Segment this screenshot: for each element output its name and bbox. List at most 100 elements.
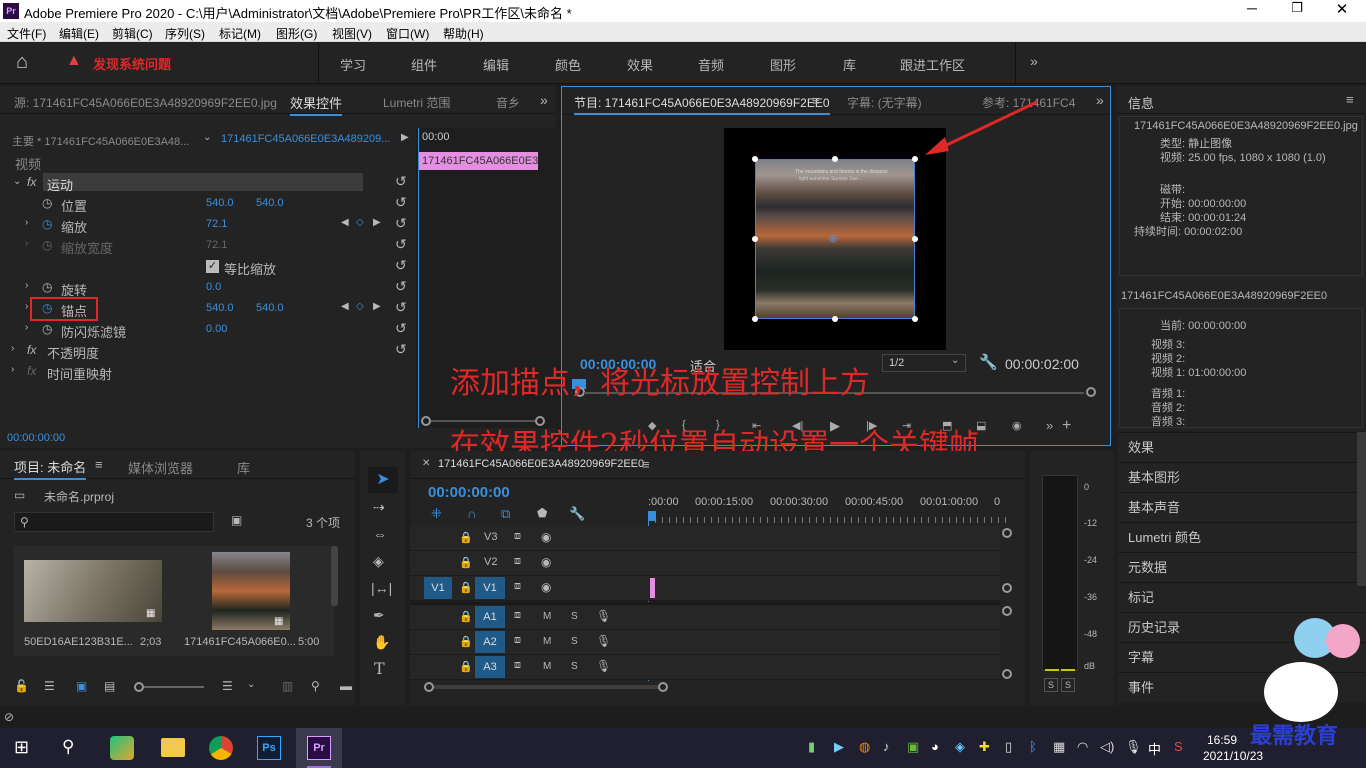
play-only-icon[interactable]: ▶ (401, 132, 409, 143)
sync-lock-icon[interactable]: ⧈ (514, 659, 521, 672)
track-target-a3[interactable]: A3 (475, 656, 505, 678)
add-keyframe-icon[interactable]: ◇ (356, 217, 364, 228)
new-bin-icon[interactable]: ▬ (340, 679, 352, 693)
eye-icon[interactable]: ◉ (541, 555, 551, 569)
track-target-a1[interactable]: A1 (475, 606, 505, 628)
sync-lock-icon[interactable]: ⧈ (514, 555, 521, 568)
freeform-view-icon[interactable]: ▤ (104, 679, 115, 693)
position-y[interactable]: 540.0 (256, 197, 284, 209)
reset-icon[interactable]: ↺ (395, 215, 407, 232)
menu-help[interactable]: 帮助(H) (443, 25, 484, 42)
sync-lock-icon[interactable]: ⧈ (514, 609, 521, 622)
ripple-edit-tool-icon[interactable]: ⇔ (373, 526, 387, 542)
source-tab[interactable]: 源: 171461FC45A066E0E3A48920969F2EE0.jpg (14, 94, 277, 111)
wifi-icon[interactable]: ◠ (1077, 739, 1088, 755)
type-tool-icon[interactable]: T (374, 659, 385, 678)
audio-tab[interactable]: 音乡 (496, 94, 520, 111)
chevron-down-icon[interactable]: ⌄ (247, 679, 255, 690)
timeline-clip[interactable] (650, 578, 655, 598)
add-marker-icon[interactable]: ⬟ (537, 506, 547, 520)
side-panel-essential-sound[interactable]: 基本声音 (1118, 492, 1366, 522)
add-keyframe-icon[interactable]: ◇ (356, 301, 364, 312)
transform-handle[interactable] (832, 156, 838, 162)
menu-file[interactable]: 文件(F) (7, 25, 46, 42)
timeline-v-scroll-mid[interactable] (1002, 583, 1012, 593)
eye-icon[interactable]: ◉ (541, 580, 551, 594)
effect-current-time[interactable]: 00:00:00:00 (7, 432, 65, 444)
project-scrollbar[interactable] (331, 546, 338, 606)
next-keyframe-icon[interactable]: ▶ (373, 217, 381, 228)
ws-tab-learn[interactable]: 学习 (340, 55, 366, 74)
side-panel-scrollbar[interactable] (1357, 432, 1366, 586)
ws-tab-libraries[interactable]: 库 (843, 55, 856, 74)
snap-icon[interactable]: ∩ (467, 506, 476, 521)
chevron-right-icon[interactable]: › (11, 343, 14, 354)
effect-controls-tab[interactable]: 效果控件 (290, 93, 343, 116)
anchor-x[interactable]: 540.0 (206, 302, 234, 314)
antiflicker-value[interactable]: 0.00 (206, 323, 227, 335)
ws-tab-color[interactable]: 颜色 (555, 55, 581, 74)
sync-lock-icon[interactable]: ⧈ (514, 580, 521, 593)
solo-left-button[interactable]: S (1044, 678, 1058, 692)
sync-lock-icon[interactable]: ⧈ (514, 530, 521, 543)
timeline-v-scroll-a[interactable] (1002, 606, 1012, 616)
solo-button[interactable]: S (571, 611, 578, 622)
home-icon[interactable]: ⌂ (16, 51, 28, 74)
video-image[interactable]: The mountains and forests in the distanc… (752, 156, 918, 322)
tray-app-icon[interactable]: ▮ (808, 739, 815, 755)
reset-icon[interactable]: ↺ (395, 257, 407, 274)
linked-selection-icon[interactable]: ⧉ (501, 506, 510, 522)
sogou-icon[interactable]: S (1174, 739, 1183, 754)
minimize-icon[interactable]: ─ (1243, 0, 1261, 22)
captions-tab[interactable]: 字幕: (无字幕) (847, 94, 922, 111)
lock-icon[interactable]: 🔒 (459, 556, 473, 569)
menu-window[interactable]: 窗口(W) (386, 25, 429, 42)
transform-handle[interactable] (912, 236, 918, 242)
opacity-row[interactable]: › fx 不透明度 ↺ (0, 340, 416, 361)
lock-icon[interactable]: 🔒 (459, 635, 473, 648)
ws-tab-editing[interactable]: 编辑 (483, 55, 509, 74)
tray-app-icon[interactable]: ◍ (859, 739, 870, 755)
timeline-tab[interactable]: 171461FC45A066E0E3A48920969F2EE0 (438, 458, 644, 470)
program-tab[interactable]: 节目: 171461FC45A066E0E3A48920969F2EE0 (574, 94, 830, 115)
wrench-icon[interactable]: 🔧 (979, 353, 998, 371)
reset-icon[interactable]: ↺ (395, 173, 407, 190)
usb-icon[interactable]: ▯ (1005, 739, 1012, 755)
menu-clip[interactable]: 剪辑(C) (112, 25, 153, 42)
project-item[interactable]: ▦ 171461FC45A066E0... 5:00 (174, 546, 334, 656)
chevron-right-icon[interactable]: › (25, 322, 28, 333)
hamburger-menu-icon[interactable]: ≡ (812, 93, 820, 108)
premiere-taskbar-icon[interactable]: Pr (307, 736, 331, 760)
network-icon[interactable]: ▦ (1053, 739, 1065, 755)
motion-row[interactable]: ⌄ fx 运动 ↺ (0, 172, 416, 193)
solo-right-button[interactable]: S (1061, 678, 1075, 692)
reset-icon[interactable]: ↺ (395, 341, 407, 358)
stopwatch-active-icon[interactable]: ◷ (42, 217, 52, 231)
reset-icon[interactable]: ↺ (395, 299, 407, 316)
slip-tool-icon[interactable]: |↔| (371, 580, 392, 596)
project-item[interactable]: ▦ 50ED16AE123B31E... 2;03 (14, 546, 174, 656)
sync-lock-icon[interactable]: ⧈ (514, 634, 521, 647)
pen-tool-icon[interactable]: ✒ (373, 607, 385, 624)
more-icon[interactable]: » (1046, 418, 1053, 433)
side-panel-effects[interactable]: 效果 (1118, 432, 1366, 462)
solo-button[interactable]: S (571, 636, 578, 647)
stopwatch-icon[interactable]: ◷ (42, 280, 52, 294)
microphone-icon[interactable]: 🎙 (596, 609, 611, 623)
prev-keyframe-icon[interactable]: ◀ (341, 217, 349, 228)
mute-button[interactable]: M (543, 661, 551, 672)
media-browser-tab[interactable]: 媒体浏览器 (128, 458, 193, 477)
close-icon[interactable]: ✕ (422, 458, 430, 469)
ws-tab-audio[interactable]: 音频 (698, 55, 724, 74)
selection-tool-icon[interactable]: ➤ (368, 467, 398, 493)
menu-marker[interactable]: 标记(M) (219, 25, 261, 42)
timeline-timecode[interactable]: 00:00:00:00 (428, 484, 510, 501)
new-bin-icon[interactable]: ▣ (231, 513, 242, 527)
timeline-v-scroll-top[interactable] (1002, 528, 1012, 538)
stopwatch-icon[interactable]: ◷ (42, 196, 52, 210)
mini-clip[interactable]: 171461FC45A066E0E3A (418, 152, 538, 170)
ws-tab-custom[interactable]: 跟进工作区 (900, 55, 965, 74)
chevron-down-icon[interactable]: ⌄ (13, 176, 21, 187)
transform-handle[interactable] (752, 236, 758, 242)
add-button-icon[interactable]: + (1062, 417, 1071, 435)
